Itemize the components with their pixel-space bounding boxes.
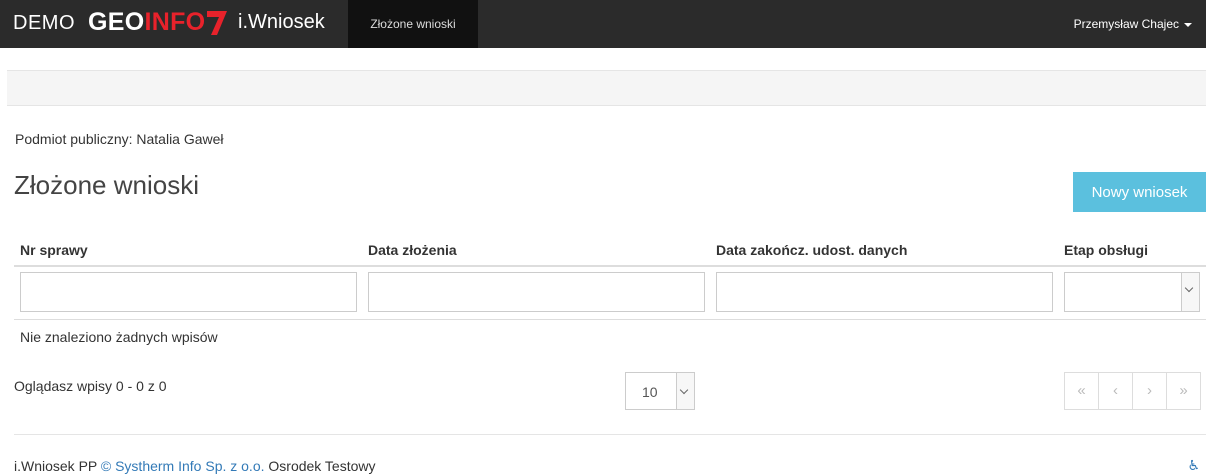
column-header-stage[interactable]: Etap obsługi (1064, 242, 1148, 258)
public-subject-label: Podmiot publiczny: Natalia Gaweł (15, 131, 224, 147)
chevron-down-icon (679, 385, 689, 395)
page-size-value: 10 (642, 384, 658, 400)
footer-divider (14, 434, 1206, 435)
caret-down-icon (1184, 22, 1192, 27)
brand-seven-logo-icon (207, 11, 227, 35)
end-date-filter-input[interactable] (716, 272, 1053, 312)
brand-info-text: INFO (144, 8, 206, 36)
select-arrow (1181, 273, 1199, 311)
brand-geo-text: GEO (88, 8, 145, 36)
company-link[interactable]: © Systherm Info Sp. z o.o. (101, 458, 265, 474)
header-divider (14, 265, 1206, 267)
page-size-select[interactable]: 10 (625, 372, 695, 410)
prev-page-button[interactable]: ‹ (1098, 372, 1133, 410)
brand-demo-label: DEMO (13, 12, 75, 34)
no-records-message: Nie znaleziono żadnych wpisów (20, 329, 218, 345)
footer: i.Wniosek PP © Systherm Info Sp. z o.o. … (14, 458, 376, 474)
next-page-button[interactable]: › (1132, 372, 1167, 410)
footer-app: i.Wniosek PP (14, 458, 101, 474)
row-divider (14, 319, 1206, 320)
user-menu[interactable]: Przemysław Chajec (1074, 0, 1192, 48)
footer-center: Osrodek Testowy (264, 458, 376, 474)
accessibility-icon[interactable]: ♿ (1187, 457, 1200, 474)
chevron-down-icon (1184, 283, 1194, 293)
select-arrow (676, 373, 694, 409)
nav-tab-submitted-requests[interactable]: Złożone wnioski (348, 0, 478, 48)
column-header-submission-date[interactable]: Data złożenia (368, 242, 457, 258)
user-name: Przemysław Chajec (1073, 17, 1179, 31)
column-header-end-date[interactable]: Data zakończ. udost. danych (716, 242, 907, 258)
paging-info: Oglądasz wpisy 0 - 0 z 0 (14, 378, 167, 394)
brand-logo[interactable]: GEOINFO (88, 8, 205, 37)
app-name[interactable]: i.Wniosek (238, 11, 325, 34)
case-number-filter-input[interactable] (20, 272, 357, 312)
top-navbar: DEMO GEOINFO i.Wniosek Złożone wnioski P… (0, 0, 1206, 48)
stage-filter-select[interactable] (1064, 272, 1200, 312)
first-page-button[interactable]: « (1064, 372, 1099, 410)
column-header-case-number[interactable]: Nr sprawy (20, 242, 88, 258)
submission-date-filter-input[interactable] (368, 272, 705, 312)
last-page-button[interactable]: » (1166, 372, 1201, 410)
breadcrumb-bar (7, 70, 1206, 106)
page-title: Złożone wnioski (14, 170, 199, 200)
new-request-button[interactable]: Nowy wniosek (1073, 172, 1206, 212)
pagination: « ‹ › » (1064, 372, 1201, 410)
